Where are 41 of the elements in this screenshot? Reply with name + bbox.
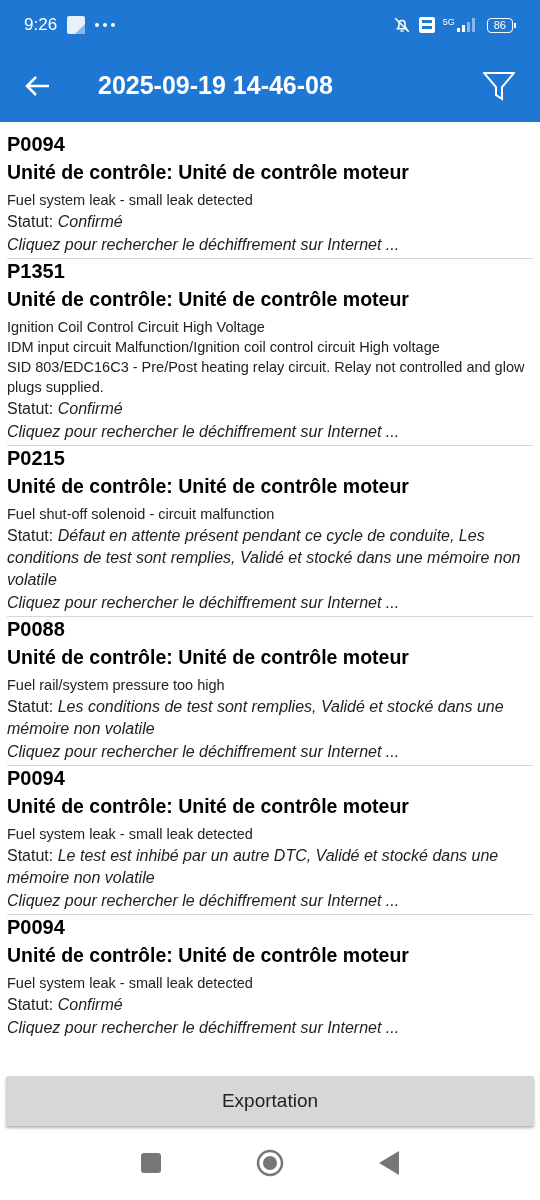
fault-status: Statut: Défaut en attente présent pendant ce cycle de conduite, Les conditions de test sont remplies, Validé et stocké dans une mémoire non volatile [7, 526, 522, 590]
note-icon [67, 16, 86, 34]
search-link[interactable]: Cliquez pour rechercher le déchiffrement sur Internet ... [7, 1016, 533, 1040]
control-unit: Unité de contrôle: Unité de contrôle moteur [7, 160, 410, 185]
fault-code: P0094 [7, 132, 66, 156]
home-button[interactable] [256, 1149, 284, 1177]
control-unit: Unité de contrôle: Unité de contrôle moteur [7, 474, 410, 499]
fault-code: P0094 [7, 915, 66, 939]
control-unit: Unité de contrôle: Unité de contrôle moteur [7, 287, 410, 312]
search-link[interactable]: Cliquez pour rechercher le déchiffrement sur Internet ... [7, 233, 533, 257]
more-icon [95, 23, 116, 27]
filter-button[interactable] [482, 69, 516, 103]
window-title: 2025-09-19 14-46-08 [98, 70, 334, 102]
fault-description: Fuel shut-off solenoid - circuit malfunction [7, 505, 276, 524]
fault-code: P0215 [7, 446, 66, 470]
control-unit: Unité de contrôle: Unité de contrôle moteur [7, 943, 410, 968]
network-label: 5G [442, 18, 455, 27]
fault-status: Statut: Confirmé [7, 212, 124, 232]
fault-description: Fuel system leak - small leak detected [7, 191, 254, 210]
fault-code: P0088 [7, 617, 66, 641]
control-unit: Unité de contrôle: Unité de contrôle moteur [7, 794, 410, 819]
status-time: 9:26 [24, 14, 58, 37]
search-link[interactable]: Cliquez pour rechercher le déchiffrement sur Internet ... [7, 591, 533, 615]
fault-description: Fuel system leak - small leak detected [7, 974, 254, 993]
back-nav-button[interactable] [379, 1151, 399, 1175]
fault-status: Statut: Le test est inhibé par un autre DTC, Validé et stocké dans une mémoire non volatile [7, 846, 500, 888]
battery-indicator: 86 [486, 17, 516, 33]
fault-status: Statut: Les conditions de test sont remplies, Validé et stocké dans une mémoire non volatile [7, 697, 505, 739]
fault-description: Ignition Coil Control Circuit High Voltage IDM input circuit Malfunction/Ignition coil control circuit High voltage SID 803/EDC16C3 - Pre/Post heating relay circuit. Relay not controlled and glow plugs supplied. [7, 318, 526, 397]
bell-off-icon [392, 16, 411, 34]
fault-status: Statut: Confirmé [7, 995, 124, 1015]
export-button[interactable]: Exportation [6, 1076, 534, 1126]
fault-code: P1351 [7, 259, 66, 283]
control-unit: Unité de contrôle: Unité de contrôle moteur [7, 645, 410, 670]
search-link[interactable]: Cliquez pour rechercher le déchiffrement sur Internet ... [7, 889, 533, 913]
search-link[interactable]: Cliquez pour rechercher le déchiffrement sur Internet ... [7, 420, 533, 444]
fault-description: Fuel rail/system pressure too high [7, 676, 226, 695]
search-link[interactable]: Cliquez pour rechercher le déchiffrement sur Internet ... [7, 740, 533, 764]
fault-status: Statut: Confirmé [7, 399, 124, 419]
fault-description: Fuel system leak - small leak detected [7, 825, 254, 844]
fault-code: P0094 [7, 766, 66, 790]
